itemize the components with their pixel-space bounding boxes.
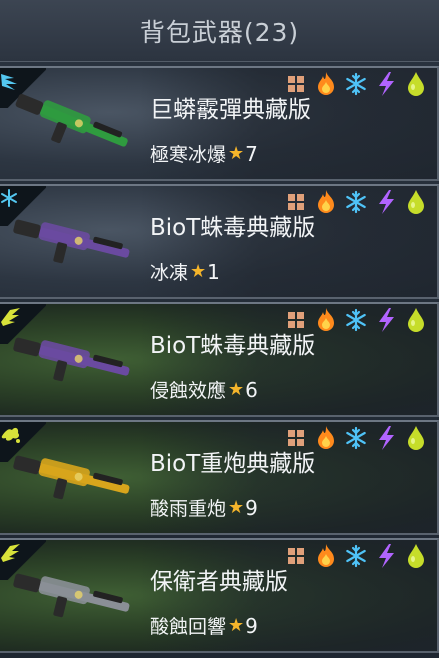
page-title: 背包武器(23) [139,17,300,47]
lightning-icon [373,543,399,569]
weapon-card[interactable]: BioT蛛毒典藏版 冰凍 ★ 1 [0,184,439,299]
weapon-image [13,337,130,382]
acid-drop-icon [403,543,429,569]
element-icons [283,542,429,570]
weapon-card[interactable]: BioT重炮典藏版 酸雨重炮 ★ 9 [0,420,439,535]
snowflake-icon [343,71,369,97]
skill-name: 酸蝕回響 [150,616,227,638]
skill-level: 1 [207,259,220,284]
acid-drop-icon [403,189,429,215]
star-icon: ★ [228,143,245,164]
weapon-card[interactable]: BioT蛛毒典藏版 侵蝕效應 ★ 6 [0,302,439,417]
weapon-name: 巨蟒霰彈典藏版 [150,97,311,123]
weapon-list: 巨蟒霰彈典藏版 極寒冰爆 ★ 7 BioT蛛毒典藏版 冰凍 ★ 1 BioT蛛毒… [0,66,439,656]
lightning-icon [373,189,399,215]
weapon-image [13,455,130,500]
skill-name: 冰凍 [150,262,189,284]
weapon-name: BioT重炮典藏版 [150,451,316,477]
skill-name: 極寒冰爆 [150,144,227,166]
weapon-skill: 酸雨重炮 ★ 9 [150,494,258,521]
acid-drop-icon [403,307,429,333]
fire-icon [313,425,339,451]
lightning-icon [373,71,399,97]
weapon-skill: 酸蝕回響 ★ 9 [150,612,258,639]
header: 背包武器(23) [0,0,439,62]
weapon-skill: 冰凍 ★ 1 [150,258,220,285]
snowflake-icon [343,307,369,333]
snowflake-icon [343,425,369,451]
weapon-name: 保衛者典藏版 [150,569,288,595]
skill-name: 侵蝕效應 [150,380,227,402]
star-icon: ★ [190,261,207,282]
snowflake-icon [343,189,369,215]
weapon-image [13,573,130,618]
fire-icon [313,189,339,215]
skill-level: 9 [245,495,258,520]
weapon-name: BioT蛛毒典藏版 [150,333,316,359]
weapon-image [15,93,128,147]
weapon-image [13,219,130,264]
star-icon: ★ [228,497,245,518]
weapon-bag-panel: 背包武器(23) 巨蟒霰彈典藏版 極寒冰爆 ★ 7 BioT蛛毒典藏版 冰凍 ★… [0,0,439,658]
fire-icon [313,307,339,333]
weapon-name: BioT蛛毒典藏版 [150,215,316,241]
weapon-skill: 侵蝕效應 ★ 6 [150,376,258,403]
weapon-card[interactable]: 巨蟒霰彈典藏版 極寒冰爆 ★ 7 [0,66,439,181]
skill-name: 酸雨重炮 [150,498,227,520]
acid-drop-icon [403,71,429,97]
star-icon: ★ [228,379,245,400]
skill-level: 6 [245,377,258,402]
weapon-skill: 極寒冰爆 ★ 7 [150,140,258,167]
fire-icon [313,71,339,97]
skill-level: 7 [245,141,258,166]
star-icon: ★ [228,615,245,636]
lightning-icon [373,425,399,451]
lightning-icon [373,307,399,333]
acid-drop-icon [403,425,429,451]
weapon-card[interactable]: 保衛者典藏版 酸蝕回響 ★ 9 [0,538,439,653]
fire-icon [313,543,339,569]
skill-level: 9 [245,613,258,638]
snowflake-icon [343,543,369,569]
